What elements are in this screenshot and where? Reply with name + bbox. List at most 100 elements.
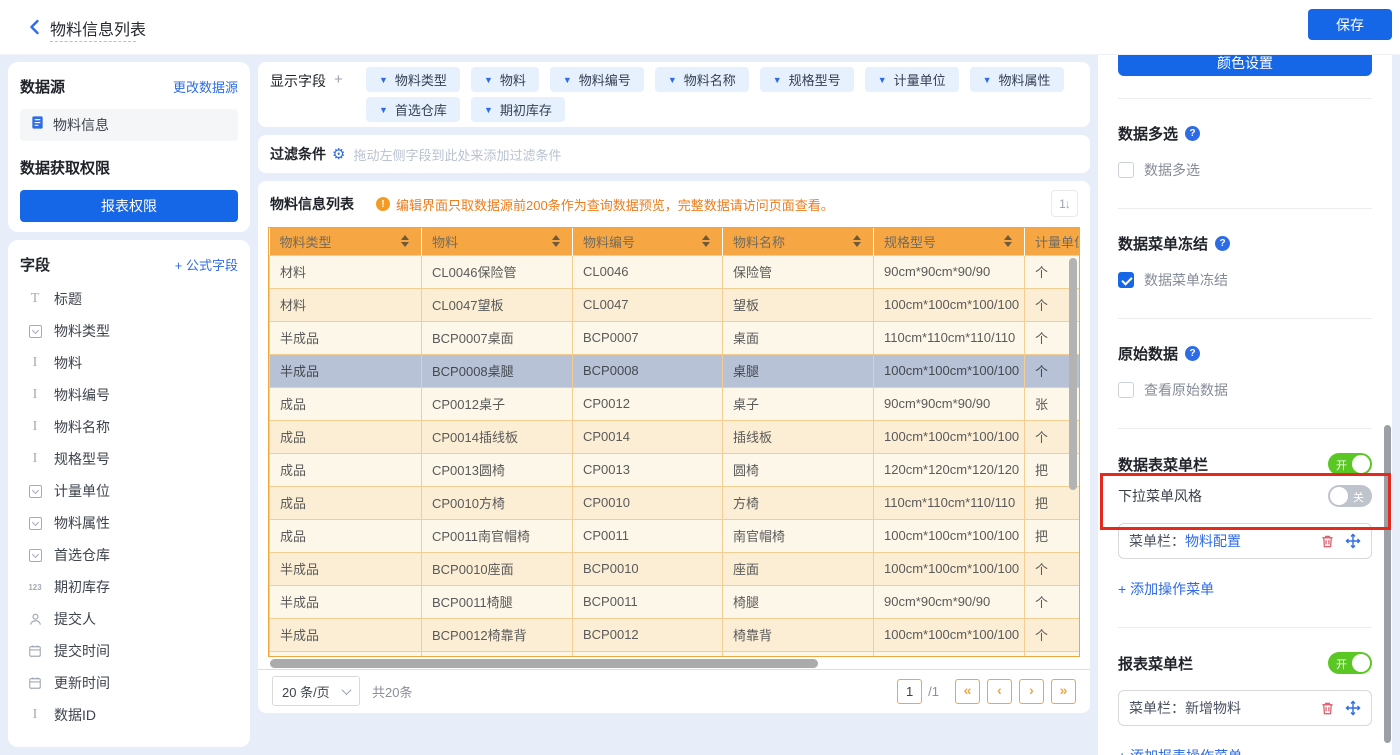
field-item-submitter[interactable]: 提交人	[20, 603, 238, 635]
sort-order-icon[interactable]	[1051, 190, 1078, 217]
table-row[interactable]: 半成品BCP0010座面BCP0010座面100cm*100cm*100/100…	[270, 552, 1081, 585]
col-header-material-type[interactable]: 物料类型	[270, 228, 422, 255]
tag-material-type[interactable]: ▼物料类型	[366, 67, 460, 92]
field-item-material-type[interactable]: 物料类型	[20, 315, 238, 347]
filter-drop-hint: 拖动左侧字段到此处来添加过滤条件	[353, 145, 561, 164]
tag-material[interactable]: ▼物料	[471, 67, 539, 92]
prev-page-button[interactable]: ‹	[987, 679, 1012, 704]
table-row[interactable]: 成品CP0011南官帽椅CP0011南官帽椅100cm*100cm*100/10…	[270, 519, 1081, 552]
col-header-unit[interactable]: 计量单位	[1025, 228, 1081, 255]
tag-initial-stock[interactable]: ▼期初库存	[471, 97, 565, 122]
table-row[interactable]: 材料CL0046保险管CL0046保险管90cm*90cm*90/90个	[270, 255, 1081, 288]
help-icon[interactable]	[1185, 126, 1200, 141]
field-item-initial-stock[interactable]: 期初库存	[20, 571, 238, 603]
preview-warning: ! 编辑界面只取数据源前200条作为查询数据预览，完整数据请访问页面查看。	[376, 195, 834, 214]
table-vertical-scrollbar[interactable]	[1069, 258, 1077, 490]
table-horizontal-scrollbar[interactable]	[270, 659, 818, 668]
field-item-spec[interactable]: 规格型号	[20, 443, 238, 475]
fields-panel: 字段 + 公式字段 标题 物料类型 物料 物料编号 物料名称 规格型号 计量单位…	[8, 240, 250, 747]
field-item-material[interactable]: 物料	[20, 347, 238, 379]
help-icon[interactable]	[1185, 346, 1200, 361]
tag-material-code[interactable]: ▼物料编号	[550, 67, 644, 92]
chevron-down-icon: ▼	[563, 75, 572, 85]
col-header-material-code[interactable]: 物料编号	[573, 228, 723, 255]
report-menu-item[interactable]: 菜单栏： 新增物料	[1118, 690, 1372, 726]
warning-text: 编辑界面只取数据源前200条作为查询数据预览，完整数据请访问页面查看。	[396, 195, 834, 214]
table-row[interactable]: 成品CP0010方椅CP0010方椅110cm*110cm*110/110把	[270, 486, 1081, 519]
field-item-unit[interactable]: 计量单位	[20, 475, 238, 507]
document-icon	[30, 115, 45, 135]
tag-material-attr[interactable]: ▼物料属性	[970, 67, 1064, 92]
toggle-off[interactable]: 关	[1328, 485, 1372, 507]
table-row[interactable]: 半成品BCP0007桌面BCP0007桌面110cm*110cm*110/110…	[270, 321, 1081, 354]
field-item-submit-time[interactable]: 提交时间	[20, 635, 238, 667]
checkbox-unchecked[interactable]	[1118, 382, 1134, 398]
freeze-section-title: 数据菜单冻结	[1118, 233, 1372, 254]
col-header-material-name[interactable]: 物料名称	[723, 228, 874, 255]
table-menu-item[interactable]: 菜单栏： 物料配置	[1118, 523, 1372, 559]
checkbox-unchecked[interactable]	[1118, 162, 1134, 178]
display-fields-label: 显示字段	[270, 71, 326, 91]
field-item-material-code[interactable]: 物料编号	[20, 379, 238, 411]
col-header-spec[interactable]: 规格型号	[874, 228, 1025, 255]
table-row[interactable]: 成品CP0012桌子CP0012桌子90cm*90cm*90/90张	[270, 387, 1081, 420]
table-row[interactable]: 材料CL0047望板CL0047望板100cm*100cm*100/100个	[270, 288, 1081, 321]
field-item-material-name[interactable]: 物料名称	[20, 411, 238, 443]
page-size-select[interactable]: 20 条/页	[272, 676, 360, 706]
multi-select-checkbox-row[interactable]: 数据多选	[1118, 160, 1372, 180]
divider	[1118, 428, 1372, 429]
datasource-item[interactable]: 物料信息	[20, 109, 238, 141]
table-row[interactable]: 半成品BCP0011椅腿BCP0011椅腿90cm*90cm*90/90个	[270, 585, 1081, 618]
sort-arrows-icon	[702, 235, 710, 247]
text-icon	[26, 387, 44, 403]
table-row-selected[interactable]: 半成品BCP0008桌腿BCP0008桌腿100cm*100cm*100/100…	[270, 354, 1081, 387]
datasource-item-label: 物料信息	[53, 115, 109, 135]
field-item-title[interactable]: 标题	[20, 283, 238, 315]
raw-data-checkbox-row[interactable]: 查看原始数据	[1118, 380, 1372, 400]
move-icon[interactable]	[1345, 533, 1361, 549]
delete-icon[interactable]	[1320, 701, 1335, 716]
sort-arrows-icon	[552, 235, 560, 247]
freeze-checkbox-row[interactable]: 数据菜单冻结	[1118, 270, 1372, 290]
last-page-button[interactable]: »	[1051, 679, 1076, 704]
field-item-update-time[interactable]: 更新时间	[20, 667, 238, 699]
text-icon	[26, 355, 44, 371]
help-icon[interactable]	[1215, 236, 1230, 251]
tag-material-name[interactable]: ▼物料名称	[655, 67, 749, 92]
topbar: 物料信息列表 保存	[0, 0, 1400, 54]
move-icon[interactable]	[1345, 700, 1361, 716]
display-field-tags: ▼物料类型 ▼物料 ▼物料编号 ▼物料名称 ▼规格型号 ▼计量单位 ▼物料属性 …	[366, 67, 1078, 122]
report-menu-section-title: 报表菜单栏 开	[1118, 652, 1372, 674]
formula-field-link[interactable]: + 公式字段	[175, 255, 238, 274]
change-datasource-link[interactable]: 更改数据源	[173, 77, 238, 96]
checkbox-checked[interactable]	[1118, 272, 1134, 288]
gear-icon[interactable]: ⚙	[332, 145, 345, 163]
toggle-knob	[1330, 487, 1348, 505]
back-icon[interactable]	[26, 18, 46, 38]
field-item-material-attr[interactable]: 物料属性	[20, 507, 238, 539]
table-row[interactable]: 成品CP0013圆椅CP0013圆椅120cm*120cm*120/120把	[270, 453, 1081, 486]
add-display-field-icon[interactable]: +	[334, 71, 343, 88]
tag-warehouse[interactable]: ▼首选仓库	[366, 97, 460, 122]
display-fields-bar: 显示字段 + ▼物料类型 ▼物料 ▼物料编号 ▼物料名称 ▼规格型号 ▼计量单位…	[258, 62, 1090, 127]
toggle-on[interactable]: 开	[1328, 453, 1372, 475]
settings-panel-scrollbar[interactable]	[1384, 425, 1391, 743]
field-item-warehouse[interactable]: 首选仓库	[20, 539, 238, 571]
delete-icon[interactable]	[1320, 534, 1335, 549]
chevron-down-icon: ▼	[484, 75, 493, 85]
add-report-menu-link[interactable]: + 添加报表操作菜单	[1118, 746, 1372, 755]
page-number-input[interactable]: 1	[897, 679, 922, 704]
field-item-data-id[interactable]: 数据ID	[20, 699, 238, 731]
tag-unit[interactable]: ▼计量单位	[865, 67, 959, 92]
tag-spec[interactable]: ▼规格型号	[760, 67, 854, 92]
next-page-button[interactable]: ›	[1019, 679, 1044, 704]
first-page-button[interactable]: «	[955, 679, 980, 704]
save-button[interactable]: 保存	[1308, 9, 1392, 40]
col-header-material[interactable]: 物料	[422, 228, 573, 255]
table-row[interactable]: 成品CP0014插线板CP0014插线板100cm*100cm*100/100个	[270, 420, 1081, 453]
toggle-on[interactable]: 开	[1328, 652, 1372, 674]
table-row[interactable]: 半成品BCP0012椅靠背BCP0012椅靠背100cm*100cm*100/1…	[270, 618, 1081, 651]
divider	[1118, 208, 1372, 209]
add-action-menu-link[interactable]: + 添加操作菜单	[1118, 579, 1372, 599]
report-permission-button[interactable]: 报表权限	[20, 190, 238, 222]
